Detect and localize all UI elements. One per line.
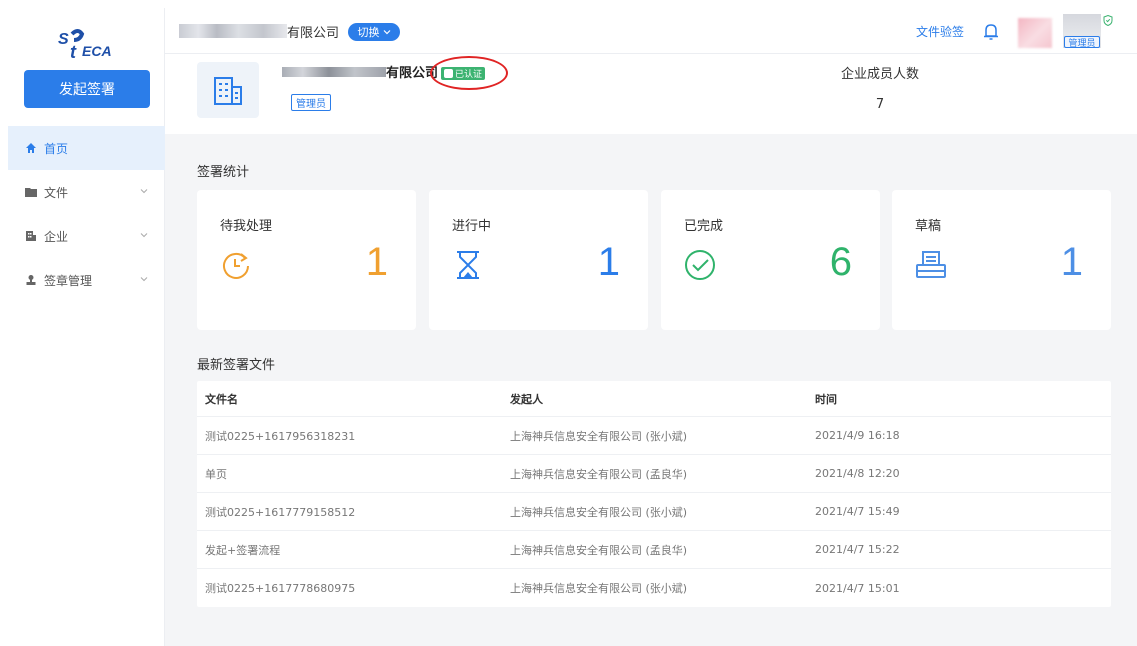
recent-docs-title: 最新签署文件 <box>197 358 276 373</box>
sidebar-item-label: 签章管理 <box>44 273 93 288</box>
chevron-down-icon <box>383 30 390 35</box>
folder-icon <box>24 185 38 199</box>
svg-text:t: t <box>70 42 77 60</box>
sidebar: S t ECA 发起签署 首页 文件 企业 签章管理 <box>8 8 165 646</box>
check-circle-icon <box>685 250 715 280</box>
stat-label: 待我处理 <box>220 219 273 234</box>
stat-card-pending[interactable]: 待我处理 1 <box>197 190 416 330</box>
switch-label: 切换 <box>357 26 380 39</box>
cell-filename[interactable]: 测试0225+1617956318231 <box>197 428 502 444</box>
hourglass-icon <box>457 251 479 279</box>
switch-company-button[interactable]: 切换 <box>348 23 400 41</box>
chevron-down-icon <box>140 277 148 282</box>
cell-filename[interactable]: 发起+签署流程 <box>197 542 502 558</box>
home-icon <box>24 141 38 155</box>
table-row[interactable]: 发起+签署流程 上海神兵信息安全有限公司 (孟良华) 2021/4/7 15:2… <box>197 531 1111 569</box>
avatar[interactable] <box>1018 18 1052 48</box>
table-row[interactable]: 测试0225+1617956318231 上海神兵信息安全有限公司 (张小斌) … <box>197 417 1111 455</box>
cell-filename[interactable]: 测试0225+1617778680975 <box>197 580 502 596</box>
bell-icon[interactable] <box>982 22 1000 42</box>
role-tag: 管理员 <box>291 94 331 111</box>
clock-arrow-icon <box>223 252 249 279</box>
highlight-annotation <box>430 56 508 90</box>
cell-initiator: 上海神兵信息安全有限公司 (孟良华) <box>510 467 688 481</box>
enterprise-info-card: 有限公司 已认证 管理员 企业成员人数 7 <box>165 54 1137 134</box>
sidebar-item-home[interactable]: 首页 <box>8 126 165 170</box>
cell-initiator: 上海神兵信息安全有限公司 (张小斌) <box>510 505 688 519</box>
main-content: 有限公司 已认证 管理员 企业成员人数 7 签署统计 待我处理 1 进行中 1 <box>165 54 1137 646</box>
table-row[interactable]: 单页 上海神兵信息安全有限公司 (孟良华) 2021/4/8 12:20 <box>197 455 1111 493</box>
table-row[interactable]: 测试0225+1617779158512 上海神兵信息安全有限公司 (张小斌) … <box>197 493 1111 531</box>
cell-initiator: 上海神兵信息安全有限公司 (孟良华) <box>510 543 688 557</box>
stat-card-completed[interactable]: 已完成 6 <box>661 190 880 330</box>
column-header-time: 时间 <box>815 392 837 406</box>
sidebar-item-label: 企业 <box>44 229 69 244</box>
stat-value: 1 <box>365 240 388 284</box>
cell-time: 2021/4/9 16:18 <box>815 429 900 442</box>
column-header-initiator: 发起人 <box>510 392 543 406</box>
chevron-down-icon <box>140 233 148 238</box>
members-count-label: 企业成员人数 <box>840 67 919 82</box>
sidebar-item-files[interactable]: 文件 <box>8 170 165 214</box>
chevron-down-icon <box>140 189 148 194</box>
cell-initiator: 上海神兵信息安全有限公司 (张小斌) <box>510 582 688 595</box>
company-name: 有限公司 <box>287 26 340 41</box>
enterprise-icon <box>24 229 38 243</box>
members-count-value: 7 <box>875 97 885 112</box>
stat-label: 进行中 <box>452 219 492 234</box>
column-header-filename: 文件名 <box>205 392 238 406</box>
printer-icon <box>916 251 946 278</box>
recent-docs-table: 文件名 发起人 时间 测试0225+1617956318231 上海神兵信息安全… <box>197 381 1111 607</box>
table-header: 文件名 发起人 时间 <box>197 381 1111 417</box>
stat-label: 草稿 <box>915 219 942 234</box>
seal-icon <box>24 273 38 287</box>
cell-time: 2021/4/8 12:20 <box>815 467 900 480</box>
cell-time: 2021/4/7 15:01 <box>815 581 900 595</box>
stat-value: 1 <box>597 240 620 284</box>
stats-section-title: 签署统计 <box>197 165 250 180</box>
shield-icon <box>1103 15 1113 26</box>
stat-value: 6 <box>829 240 852 284</box>
building-icon <box>197 62 259 118</box>
user-role-badge: 管理员 <box>1064 36 1100 49</box>
svg-text:ECA: ECA <box>82 43 112 59</box>
sidebar-item-enterprise[interactable]: 企业 <box>8 214 165 258</box>
sidebar-item-label: 首页 <box>44 141 69 156</box>
sheca-logo: S t ECA <box>58 29 112 60</box>
sidebar-item-label: 文件 <box>44 185 69 200</box>
cell-filename[interactable]: 测试0225+1617779158512 <box>197 504 502 520</box>
cell-filename[interactable]: 单页 <box>197 466 502 482</box>
enterprise-name-redacted <box>282 67 386 77</box>
cell-time: 2021/4/7 15:22 <box>815 543 900 556</box>
stat-card-drafts[interactable]: 草稿 1 <box>892 190 1111 330</box>
top-header: 有限公司 切换 文件验签 管理员 <box>165 8 1137 54</box>
svg-text:S: S <box>58 31 69 48</box>
table-row[interactable]: 测试0225+1617778680975 上海神兵信息安全有限公司 (张小斌) … <box>197 569 1111 607</box>
sidebar-item-seal-management[interactable]: 签章管理 <box>8 258 165 302</box>
stat-card-in-progress[interactable]: 进行中 1 <box>429 190 648 330</box>
cell-initiator: 上海神兵信息安全有限公司 (张小斌) <box>510 429 688 443</box>
file-verify-link[interactable]: 文件验签 <box>916 23 964 40</box>
start-signing-button[interactable]: 发起签署 <box>24 70 150 108</box>
sidebar-nav: 首页 文件 企业 签章管理 <box>8 126 165 302</box>
cell-time: 2021/4/7 15:49 <box>815 505 900 518</box>
stat-label: 已完成 <box>684 219 724 234</box>
stat-value: 1 <box>1060 240 1083 284</box>
company-name-redacted <box>179 24 287 38</box>
